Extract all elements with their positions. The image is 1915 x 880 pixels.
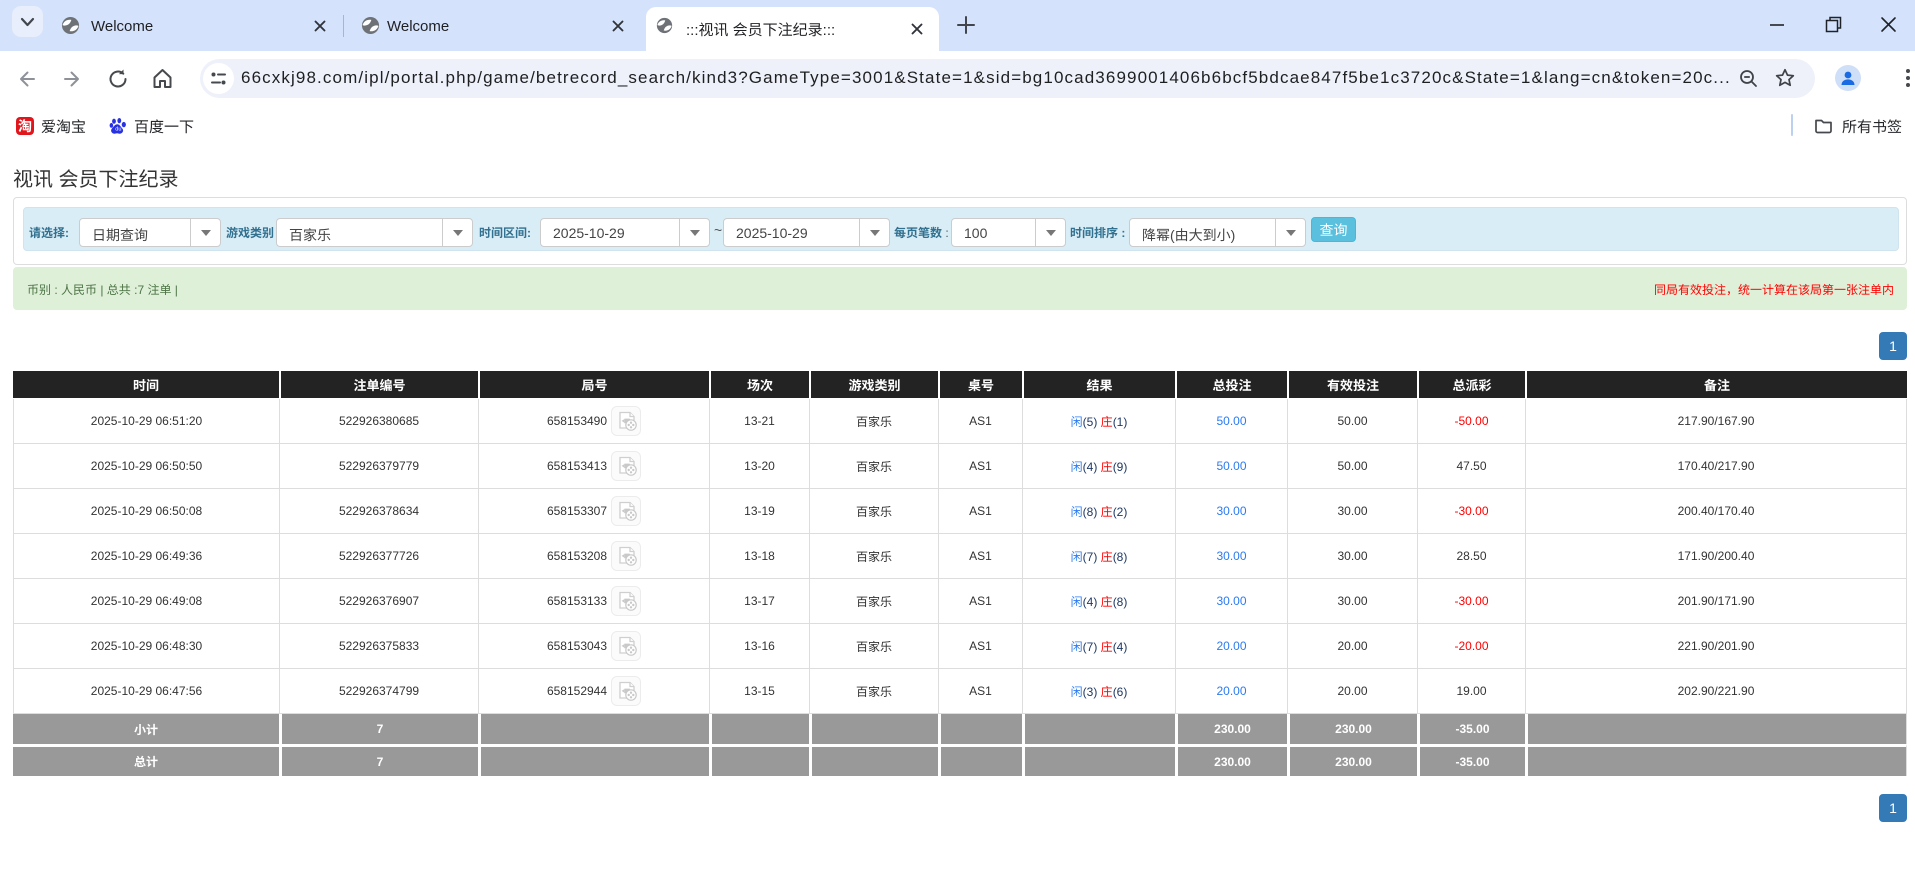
svg-text:du: du (115, 127, 121, 133)
